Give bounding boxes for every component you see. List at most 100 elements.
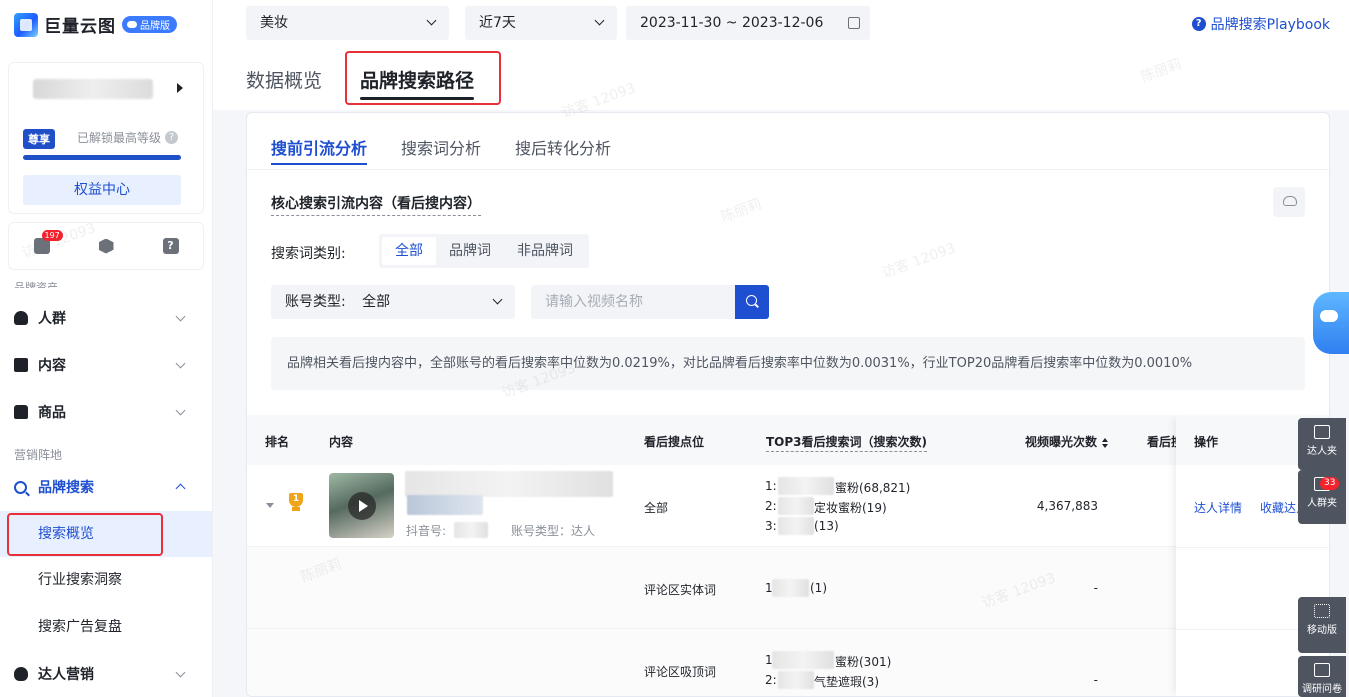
- page-tabs: 数据概览 品牌搜索路径: [213, 52, 1349, 110]
- search-point: 全部: [644, 501, 669, 515]
- video-thumbnail[interactable]: [329, 473, 394, 538]
- video-name-search-input[interactable]: [531, 285, 735, 319]
- nav-item-content[interactable]: 内容: [14, 354, 194, 376]
- table-header: 排名 内容 看后搜点位 TOP3看后搜索词（搜索次数) 视频曝光次数 看后搜: [247, 415, 1329, 465]
- section-title: 核心搜索引流内容（看后搜内容）: [271, 193, 481, 216]
- playbook-link[interactable]: ? 品牌搜索Playbook: [1191, 14, 1330, 34]
- period-value: 近7天: [479, 15, 516, 31]
- survey-button[interactable]: 调研问卷: [1298, 656, 1346, 697]
- keyword-type-segmented: 全部 品牌词 非品牌词: [379, 234, 589, 268]
- talent-folder-label: 达人夹: [1307, 446, 1337, 457]
- th-ops: 操作: [1194, 435, 1219, 449]
- message-badge: 197: [41, 230, 63, 241]
- date-range-value: 2023-11-30 ~ 2023-12-06: [640, 15, 824, 31]
- sub-item-industry-insight[interactable]: 行业搜索洞察: [0, 557, 212, 603]
- help-icon[interactable]: ?: [165, 131, 179, 144]
- video-views: -: [1093, 581, 1098, 595]
- period-select[interactable]: 近7天: [465, 6, 617, 40]
- th-video-views[interactable]: 视频曝光次数: [1025, 433, 1109, 450]
- vip-description: 已解锁最高等级?: [77, 129, 179, 146]
- keyword-rank: 2:: [765, 673, 777, 687]
- keyword-type-non-brand[interactable]: 非品牌词: [504, 237, 586, 265]
- rights-center-button[interactable]: 权益中心: [23, 175, 181, 205]
- mobile-version-label: 移动版: [1307, 625, 1337, 636]
- sub-item-search-overview[interactable]: 搜索概览: [0, 511, 212, 557]
- help-square-icon[interactable]: ?: [162, 238, 179, 254]
- th-search-point: 看后搜点位: [644, 435, 705, 449]
- tab-brand-search-path[interactable]: 品牌搜索路径: [360, 66, 475, 100]
- nav-label: 商品: [38, 405, 66, 421]
- audience-folder-label: 人群夹: [1307, 498, 1337, 509]
- sub-item-ad-review[interactable]: 搜索广告复盘: [0, 604, 212, 650]
- sort-icon: [1102, 438, 1109, 448]
- industry-value: 美妆: [260, 15, 288, 31]
- nav-group-brand-asset: 品牌资产: [14, 281, 58, 288]
- search-button[interactable]: [735, 285, 769, 319]
- settings-hex-icon[interactable]: [98, 238, 114, 254]
- chevron-down-icon: [492, 294, 503, 305]
- trophy-icon: 1: [289, 493, 303, 511]
- chat-icon: [1314, 663, 1330, 677]
- cloud-icon: [127, 21, 137, 28]
- user-name-blurred[interactable]: [33, 79, 153, 99]
- quick-icons: 197 ?: [8, 222, 204, 270]
- th-content: 内容: [329, 435, 354, 449]
- top-bar: 美妆 近7天 2023-11-30 ~ 2023-12-06 ? 品牌搜索Pla…: [213, 0, 1349, 52]
- bag-icon: [14, 405, 28, 419]
- avatar-blurred[interactable]: [407, 495, 483, 515]
- date-range-picker[interactable]: 2023-11-30 ~ 2023-12-06: [626, 6, 870, 40]
- play-icon[interactable]: [348, 492, 376, 520]
- edition-badge: 品牌版: [122, 16, 177, 33]
- message-icon[interactable]: 197: [33, 230, 63, 254]
- assistant-mascot-icon[interactable]: [1313, 292, 1349, 354]
- sidebar: 巨量云图 品牌版 尊享 已解锁最高等级? 权益中心 197 ? 品牌资产 人群 …: [0, 0, 213, 697]
- douyin-id-label: 抖音号:: [406, 524, 447, 538]
- keyword-blurred: [778, 517, 814, 535]
- logo[interactable]: 巨量云图 品牌版: [14, 12, 177, 37]
- keyword-blurred: [778, 497, 814, 515]
- mobile-version-button[interactable]: 移动版: [1298, 597, 1346, 653]
- chevron-down-icon: [594, 15, 605, 26]
- nav-item-talent-marketing[interactable]: 达人营销: [14, 663, 194, 685]
- th-video-views-label: 视频曝光次数: [1025, 435, 1098, 449]
- vip-progress-bar: [23, 155, 181, 160]
- th-top3-keywords: TOP3看后搜索词（搜索次数): [766, 433, 928, 452]
- tab-pre-search-analysis[interactable]: 搜前引流分析: [271, 135, 368, 165]
- account-type-select[interactable]: 账号类型: 全部: [271, 285, 515, 319]
- search-point: 评论区实体词: [644, 583, 717, 597]
- chevron-down-icon: [175, 311, 186, 322]
- nav-group-label: 营销阵地: [14, 448, 63, 462]
- keyword-blurred: [772, 651, 834, 669]
- search-icon: [14, 480, 27, 494]
- video-title-blurred[interactable]: [405, 471, 613, 497]
- star-folder-icon: [1314, 425, 1330, 439]
- industry-select[interactable]: 美妆: [246, 6, 449, 40]
- yuntu-logo-icon: [14, 12, 38, 37]
- keyword-text: (1): [810, 581, 827, 595]
- vip-desc-text: 已解锁最高等级: [77, 131, 162, 145]
- nav-item-audience[interactable]: 人群: [14, 307, 194, 329]
- expand-caret-icon[interactable]: [266, 503, 274, 508]
- tab-data-overview[interactable]: 数据概览: [246, 66, 322, 93]
- account-type-label: 账号类型:: [285, 294, 346, 310]
- nav-item-brand-search[interactable]: 品牌搜索: [14, 476, 194, 498]
- download-icon[interactable]: [1273, 187, 1305, 217]
- main-card: 搜前引流分析 搜索词分析 搜后转化分析 核心搜索引流内容（看后搜内容） 搜索词类…: [246, 112, 1330, 697]
- talent-detail-link[interactable]: 达人详情: [1194, 499, 1242, 516]
- caret-right-icon[interactable]: [177, 83, 183, 93]
- vip-tag: 尊享: [23, 129, 55, 149]
- hand-icon: [14, 667, 28, 681]
- talent-folder-button[interactable]: 达人夹: [1298, 418, 1346, 470]
- keyword-type-all[interactable]: 全部: [382, 237, 436, 265]
- keyword-text: 定妆蜜粉(19): [814, 501, 887, 515]
- table-row: 1 抖音号: 账号类型：达人 全部 1: 蜜粉(68,821) 2: 定妆蜜粉(…: [247, 465, 1329, 547]
- tab-post-search-conversion[interactable]: 搜后转化分析: [515, 135, 611, 159]
- question-circle-icon: ?: [1191, 17, 1206, 31]
- nav-item-goods[interactable]: 商品: [14, 401, 194, 423]
- keyword-type-brand[interactable]: 品牌词: [436, 237, 504, 265]
- tab-keyword-analysis[interactable]: 搜索词分析: [401, 135, 481, 159]
- keyword-blurred: [772, 579, 809, 597]
- survey-label: 调研问卷: [1302, 684, 1342, 695]
- row-divider: [1176, 547, 1329, 548]
- chevron-down-icon: [175, 667, 186, 678]
